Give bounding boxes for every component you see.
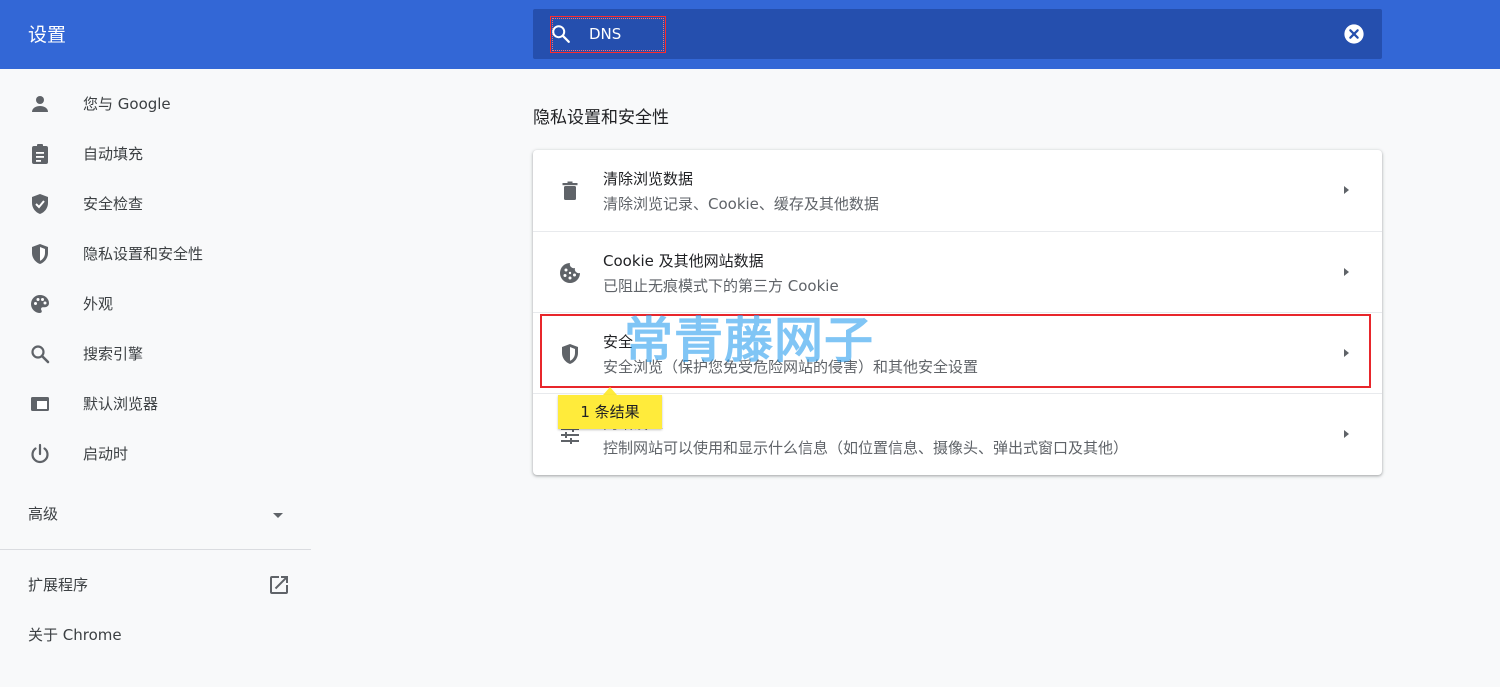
advanced-label: 高级 — [28, 505, 59, 523]
search-result-bubble: 1 条结果 — [558, 395, 662, 429]
search-result-count: 1 条结果 — [580, 403, 640, 421]
chevron-right-icon — [1344, 349, 1349, 357]
row-cookies[interactable]: Cookie 及其他网站数据 已阻止无痕模式下的第三方 Cookie — [533, 231, 1382, 312]
settings-header: 设置 — [0, 0, 1500, 69]
sidebar-item-autofill[interactable]: 自动填充 — [0, 129, 311, 179]
sidebar-item-privacy[interactable]: 隐私设置和安全性 — [0, 229, 311, 279]
sidebar-advanced-toggle[interactable]: 高级 — [0, 490, 311, 538]
sidebar-item-you-and-google[interactable]: 您与 Google — [0, 79, 311, 129]
chevron-right-icon — [1344, 268, 1349, 276]
search-input[interactable] — [589, 21, 1289, 47]
sidebar-item-label: 默认浏览器 — [83, 395, 159, 413]
sidebar-item-extensions[interactable]: 扩展程序 — [0, 561, 311, 609]
clear-search-icon[interactable] — [1343, 23, 1365, 45]
sidebar-item-label: 搜索引擎 — [83, 345, 144, 363]
browser-icon — [31, 397, 49, 411]
row-security[interactable]: 安全 安全浏览（保护您免受危险网站的侵害）和其他安全设置 — [533, 312, 1382, 393]
chevron-right-icon — [1344, 430, 1349, 438]
chevron-right-icon — [1344, 186, 1349, 194]
row-title: Cookie 及其他网站数据 — [603, 252, 764, 270]
cookie-icon — [560, 263, 580, 283]
row-title: 清除浏览数据 — [603, 170, 694, 188]
trash-icon — [562, 181, 578, 200]
sidebar: 您与 Google 自动填充 安全检查 隐私设置和安全性 外观 搜索引擎 默认浏… — [0, 69, 311, 687]
search-box[interactable] — [533, 9, 1382, 59]
row-clear-browsing-data[interactable]: 清除浏览数据 清除浏览记录、Cookie、缓存及其他数据 — [533, 150, 1382, 231]
extensions-label: 扩展程序 — [28, 576, 89, 594]
sidebar-divider — [0, 549, 311, 550]
row-subtitle: 清除浏览记录、Cookie、缓存及其他数据 — [603, 195, 879, 213]
sidebar-item-default-browser[interactable]: 默认浏览器 — [0, 379, 311, 429]
shield-half-icon — [562, 344, 578, 364]
sidebar-item-search-engine[interactable]: 搜索引擎 — [0, 329, 311, 379]
sidebar-item-label: 外观 — [83, 295, 114, 313]
open-in-new-icon — [270, 576, 288, 594]
search-icon — [552, 25, 570, 43]
sidebar-item-on-startup[interactable]: 启动时 — [0, 429, 311, 479]
about-chrome-label: 关于 Chrome — [28, 626, 122, 644]
shield-check-icon — [32, 194, 48, 214]
chevron-down-icon — [273, 513, 283, 518]
sidebar-item-safety-check[interactable]: 安全检查 — [0, 179, 311, 229]
search-icon — [31, 345, 50, 364]
bubble-tail — [603, 387, 617, 395]
row-subtitle: 安全浏览（保护您免受危险网站的侵害）和其他安全设置 — [603, 358, 979, 376]
sidebar-item-appearance[interactable]: 外观 — [0, 279, 311, 329]
section-title: 隐私设置和安全性 — [533, 108, 669, 128]
sidebar-item-label: 启动时 — [83, 445, 129, 463]
person-icon — [32, 96, 48, 112]
power-icon — [31, 443, 49, 464]
sidebar-item-about-chrome[interactable]: 关于 Chrome — [0, 611, 311, 659]
sidebar-item-label: 隐私设置和安全性 — [83, 245, 204, 263]
shield-half-icon — [32, 244, 48, 264]
row-subtitle: 控制网站可以使用和显示什么信息（如位置信息、摄像头、弹出式窗口及其他） — [603, 439, 1129, 457]
sidebar-item-label: 安全检查 — [83, 195, 144, 213]
sidebar-item-label: 自动填充 — [83, 145, 144, 163]
row-subtitle: 已阻止无痕模式下的第三方 Cookie — [603, 277, 839, 295]
palette-icon — [31, 295, 49, 313]
row-title: 安全 — [603, 333, 634, 351]
sidebar-item-label: 您与 Google — [83, 95, 171, 113]
page-title: 设置 — [28, 24, 67, 46]
clipboard-icon — [32, 144, 48, 164]
